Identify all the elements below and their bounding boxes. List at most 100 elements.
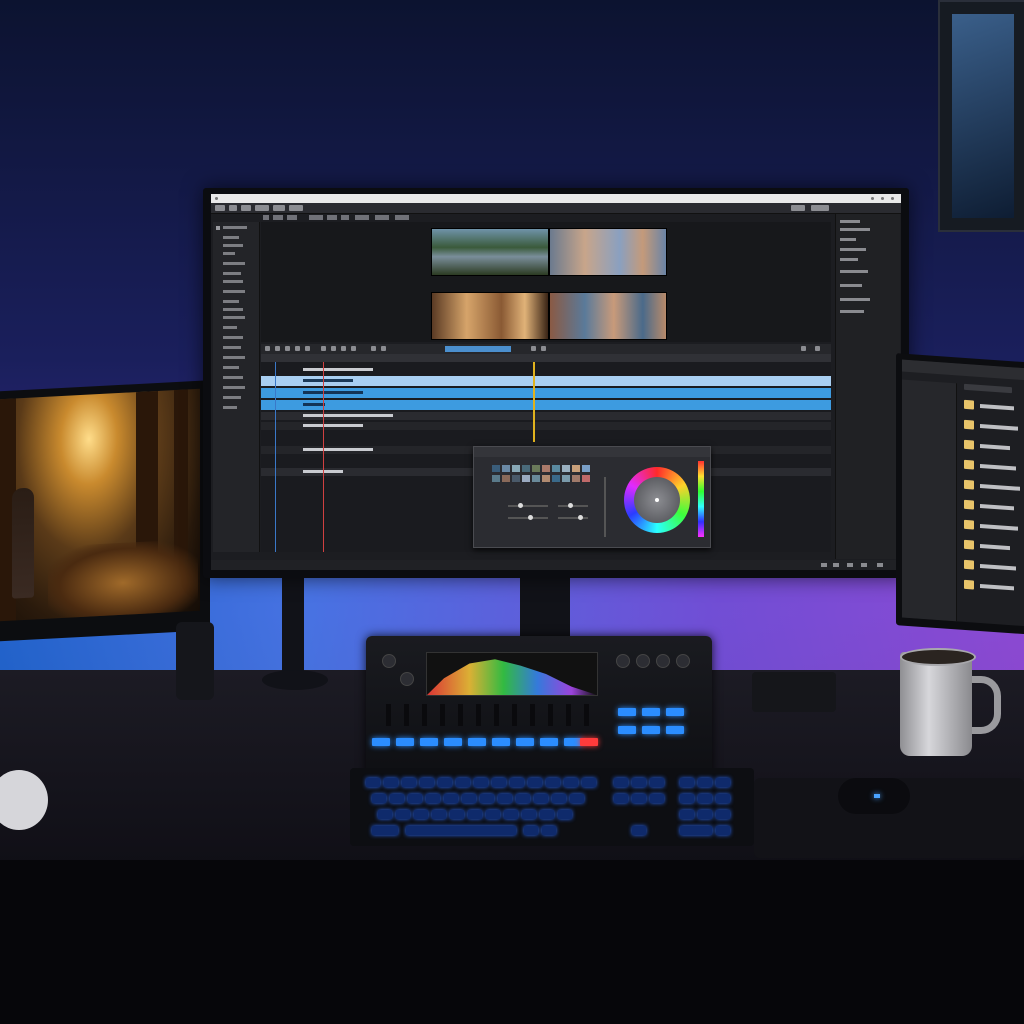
fader[interactable] bbox=[386, 704, 391, 726]
tool-button[interactable] bbox=[381, 346, 386, 351]
fader[interactable] bbox=[566, 704, 571, 726]
key[interactable] bbox=[432, 810, 446, 819]
menu-item[interactable] bbox=[255, 205, 269, 211]
rewind-button[interactable] bbox=[265, 346, 270, 351]
folder-icon[interactable] bbox=[964, 559, 974, 570]
key[interactable] bbox=[570, 794, 584, 803]
folder-name[interactable] bbox=[980, 543, 1010, 551]
pad-button[interactable] bbox=[642, 708, 660, 716]
key[interactable] bbox=[524, 826, 538, 835]
slider-knob[interactable] bbox=[568, 503, 573, 508]
pad-button[interactable] bbox=[516, 738, 534, 746]
key[interactable] bbox=[378, 810, 392, 819]
folder-name[interactable] bbox=[980, 523, 1018, 531]
fader[interactable] bbox=[440, 704, 445, 726]
key[interactable] bbox=[680, 794, 694, 803]
key[interactable] bbox=[468, 810, 482, 819]
project-item[interactable] bbox=[223, 262, 245, 265]
project-item[interactable] bbox=[223, 236, 239, 239]
color-wheel-picker[interactable] bbox=[655, 498, 659, 502]
close-button[interactable] bbox=[891, 197, 894, 200]
project-item[interactable] bbox=[223, 386, 245, 389]
key[interactable] bbox=[426, 794, 440, 803]
playhead[interactable] bbox=[533, 362, 535, 442]
color-swatch[interactable] bbox=[572, 475, 580, 482]
project-item[interactable] bbox=[223, 244, 243, 247]
color-swatch[interactable] bbox=[552, 465, 560, 472]
record-pad-button[interactable] bbox=[580, 738, 598, 746]
color-swatch[interactable] bbox=[542, 465, 550, 472]
color-swatch[interactable] bbox=[582, 475, 590, 482]
key[interactable] bbox=[414, 810, 428, 819]
color-swatch[interactable] bbox=[522, 465, 530, 472]
tool-button[interactable] bbox=[531, 346, 536, 351]
tab[interactable] bbox=[395, 215, 409, 220]
menu-item[interactable] bbox=[229, 205, 237, 211]
project-item[interactable] bbox=[223, 252, 235, 255]
clip-thumbnail[interactable] bbox=[549, 228, 667, 276]
pad-button[interactable] bbox=[372, 738, 390, 746]
color-swatch[interactable] bbox=[532, 465, 540, 472]
slider-knob[interactable] bbox=[528, 515, 533, 520]
play-button[interactable] bbox=[285, 346, 290, 351]
maximize-button[interactable] bbox=[881, 197, 884, 200]
key[interactable] bbox=[650, 794, 664, 803]
hue-slider[interactable] bbox=[698, 461, 704, 537]
key[interactable] bbox=[390, 794, 404, 803]
folder-icon[interactable] bbox=[964, 459, 974, 470]
tool-button[interactable] bbox=[371, 346, 376, 351]
fader[interactable] bbox=[584, 704, 589, 726]
project-item[interactable] bbox=[223, 226, 247, 229]
tab[interactable] bbox=[355, 215, 369, 220]
project-item[interactable] bbox=[223, 366, 239, 369]
key[interactable] bbox=[680, 826, 712, 835]
key[interactable] bbox=[716, 810, 730, 819]
pad-button[interactable] bbox=[540, 738, 558, 746]
tool-button[interactable] bbox=[331, 346, 336, 351]
folder-icon[interactable] bbox=[964, 539, 974, 550]
zoom-button[interactable] bbox=[815, 346, 820, 351]
key[interactable] bbox=[614, 794, 628, 803]
project-item[interactable] bbox=[223, 376, 243, 379]
fader[interactable] bbox=[530, 704, 535, 726]
key[interactable] bbox=[716, 826, 730, 835]
key[interactable] bbox=[438, 778, 452, 787]
project-item[interactable] bbox=[223, 272, 241, 275]
folder-name[interactable] bbox=[980, 583, 1014, 591]
color-swatch[interactable] bbox=[502, 475, 510, 482]
key[interactable] bbox=[516, 794, 530, 803]
color-swatch[interactable] bbox=[582, 465, 590, 472]
key[interactable] bbox=[564, 778, 578, 787]
step-forward-button[interactable] bbox=[295, 346, 300, 351]
color-wheel-icon[interactable] bbox=[624, 467, 690, 533]
key[interactable] bbox=[504, 810, 518, 819]
key[interactable] bbox=[402, 778, 416, 787]
folder-icon[interactable] bbox=[964, 439, 974, 450]
export-button[interactable] bbox=[811, 205, 829, 211]
grading-slider[interactable] bbox=[558, 517, 588, 519]
forward-button[interactable] bbox=[305, 346, 310, 351]
pad-button[interactable] bbox=[642, 726, 660, 734]
project-item[interactable] bbox=[223, 406, 237, 409]
project-item[interactable] bbox=[223, 356, 245, 359]
tool-button[interactable] bbox=[341, 346, 346, 351]
pad-button[interactable] bbox=[666, 708, 684, 716]
fader[interactable] bbox=[476, 704, 481, 726]
key[interactable] bbox=[366, 778, 380, 787]
key[interactable] bbox=[522, 810, 536, 819]
key[interactable] bbox=[492, 778, 506, 787]
tool-button[interactable] bbox=[351, 346, 356, 351]
clip-thumbnail[interactable] bbox=[431, 228, 549, 276]
key[interactable] bbox=[372, 826, 398, 835]
color-swatch[interactable] bbox=[502, 465, 510, 472]
spacebar-key[interactable] bbox=[406, 826, 516, 835]
color-swatch[interactable] bbox=[562, 475, 570, 482]
menu-item[interactable] bbox=[215, 205, 225, 211]
folder-icon[interactable] bbox=[216, 226, 220, 230]
inspector-row[interactable] bbox=[840, 238, 856, 241]
path-bar[interactable] bbox=[964, 383, 1012, 394]
key[interactable] bbox=[444, 794, 458, 803]
zoom-button[interactable] bbox=[801, 346, 806, 351]
knob[interactable] bbox=[616, 654, 630, 668]
inspector-row[interactable] bbox=[840, 284, 862, 287]
